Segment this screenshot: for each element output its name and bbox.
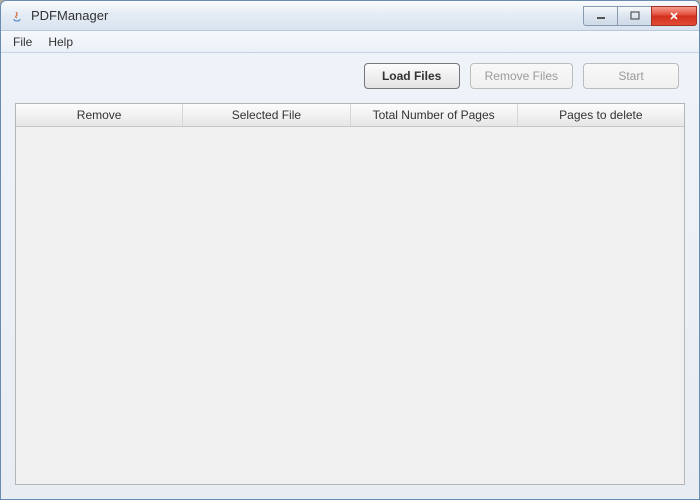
load-files-button[interactable]: Load Files — [364, 63, 460, 89]
menu-help[interactable]: Help — [40, 33, 81, 51]
table-body — [16, 127, 684, 484]
titlebar[interactable]: PDFManager — [1, 1, 699, 31]
toolbar: Load Files Remove Files Start — [15, 63, 685, 89]
minimize-button[interactable] — [583, 6, 617, 26]
window-controls — [583, 6, 697, 26]
column-total-pages[interactable]: Total Number of Pages — [351, 104, 518, 126]
maximize-button[interactable] — [617, 6, 651, 26]
column-pages-to-delete[interactable]: Pages to delete — [518, 104, 684, 126]
close-button[interactable] — [651, 6, 697, 26]
java-icon — [9, 8, 25, 24]
window-title: PDFManager — [31, 8, 583, 23]
files-table: Remove Selected File Total Number of Pag… — [15, 103, 685, 485]
table-header: Remove Selected File Total Number of Pag… — [16, 104, 684, 127]
menubar: File Help — [1, 31, 699, 53]
app-window: PDFManager File Help Load Files Remove F… — [0, 0, 700, 500]
remove-files-button[interactable]: Remove Files — [470, 63, 573, 89]
column-selected-file[interactable]: Selected File — [183, 104, 350, 126]
content-area: Load Files Remove Files Start Remove Sel… — [1, 53, 699, 499]
start-button[interactable]: Start — [583, 63, 679, 89]
menu-file[interactable]: File — [5, 33, 40, 51]
column-remove[interactable]: Remove — [16, 104, 183, 126]
